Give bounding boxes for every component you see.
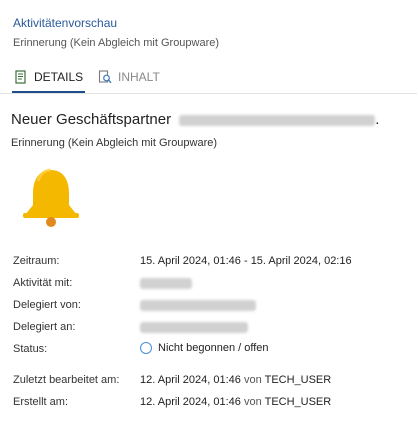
- status-circle-icon: [140, 342, 152, 355]
- zeitraum-label: Zeitraum:: [13, 255, 60, 267]
- delegiert-von-value: [140, 299, 256, 311]
- erstellt-value: 12. April 2024, 01:46 von TECH_USER: [140, 396, 331, 408]
- status-text: Nicht begonnen / offen: [158, 342, 269, 354]
- preview-subtitle: Erinnerung (Kein Abgleich mit Groupware): [13, 37, 220, 49]
- search-document-icon: [98, 70, 112, 84]
- activity-type: Erinnerung (Kein Abgleich mit Groupware): [11, 137, 218, 149]
- redacted-contact: [140, 277, 192, 289]
- aktivitaet-value: [140, 277, 192, 289]
- bearbeitet-value: 12. April 2024, 01:46 von TECH_USER: [140, 374, 331, 386]
- bearbeitet-von: von: [243, 374, 262, 386]
- redacted-name: [179, 114, 376, 126]
- redacted-user: [140, 321, 248, 333]
- delegiert-an-value: [140, 321, 248, 333]
- redacted-user: [140, 299, 256, 311]
- status-value: Nicht begonnen / offen: [140, 342, 269, 355]
- tab-details[interactable]: DETAILS: [11, 62, 86, 93]
- erstellt-label: Erstellt am:: [13, 396, 69, 408]
- document-icon: [15, 70, 26, 84]
- tab-bar: DETAILS INHALT: [0, 62, 417, 94]
- preview-title: Aktivitätenvorschau: [13, 16, 118, 30]
- erstellt-user: TECH_USER: [264, 396, 332, 408]
- bearbeitet-date: 12. April 2024, 01:46: [140, 374, 241, 386]
- activity-title: Neuer Geschäftspartner .: [11, 111, 379, 128]
- aktivitaet-label: Aktivität mit:: [13, 277, 73, 289]
- erstellt-von: von: [243, 396, 262, 408]
- tab-inhalt[interactable]: INHALT: [98, 62, 160, 92]
- bell-icon: [23, 168, 79, 227]
- zeitraum-value: 15. April 2024, 01:46 - 15. April 2024, …: [140, 255, 352, 267]
- activity-title-text: Neuer Geschäftspartner: [11, 111, 172, 128]
- status-label: Status:: [13, 343, 48, 355]
- delegiert-an-label: Delegiert an:: [13, 321, 76, 333]
- delegiert-von-label: Delegiert von:: [13, 299, 81, 311]
- bearbeitet-label: Zuletzt bearbeitet am:: [13, 374, 120, 386]
- activity-title-suffix: .: [375, 111, 380, 128]
- tab-details-label: DETAILS: [34, 70, 84, 84]
- erstellt-date: 12. April 2024, 01:46: [140, 396, 241, 408]
- bearbeitet-user: TECH_USER: [264, 374, 332, 386]
- tab-inhalt-label: INHALT: [118, 70, 160, 84]
